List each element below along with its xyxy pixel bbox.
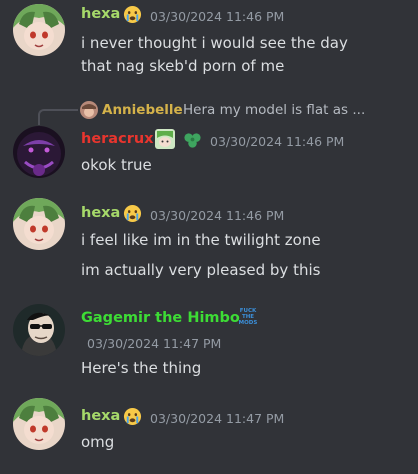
reply-avatar[interactable] (80, 101, 98, 119)
author-name[interactable]: hexa (81, 205, 120, 221)
message-text: i never thought i would see the day (81, 34, 348, 52)
timestamp: 03/30/2024 11:46 PM (210, 134, 345, 149)
avatar[interactable] (13, 398, 65, 450)
timestamp: 03/30/2024 11:46 PM (150, 9, 285, 24)
author-name[interactable]: Gagemir the Himbo (81, 310, 240, 326)
author-name[interactable]: hexa (81, 6, 120, 22)
avatar[interactable] (13, 198, 65, 250)
reply-preview-text[interactable]: Hera my model is flat as ... (183, 102, 365, 118)
crying-face-icon (123, 407, 142, 430)
reply-author[interactable]: Anniebelle (102, 102, 183, 118)
timestamp: 03/30/2024 11:47 PM (150, 411, 285, 426)
message-text: i feel like im in the twilight zone (81, 231, 321, 249)
message-text: Here's the thing (81, 359, 202, 377)
clover-heart-icon (183, 130, 202, 153)
message-text: okok true (81, 156, 152, 174)
role-badge: FUCK THE MODS (238, 308, 258, 326)
message-text: omg (81, 433, 115, 451)
avatar[interactable] (13, 4, 65, 56)
timestamp: 03/30/2024 11:46 PM (150, 208, 285, 223)
avatar[interactable] (13, 126, 65, 178)
message-text: im actually very pleased by this (81, 261, 321, 279)
avatar[interactable] (13, 304, 65, 356)
timestamp: 03/30/2024 11:47 PM (87, 336, 222, 351)
author-name[interactable]: hexa (81, 408, 120, 424)
crying-face-icon (123, 204, 142, 227)
message-text: that nag skeb'd porn of me (81, 57, 285, 75)
anime-girl-emoji-icon (155, 129, 175, 153)
author-name[interactable]: heracrux (81, 131, 154, 147)
reply-connector (38, 109, 78, 125)
crying-face-icon (123, 5, 142, 28)
